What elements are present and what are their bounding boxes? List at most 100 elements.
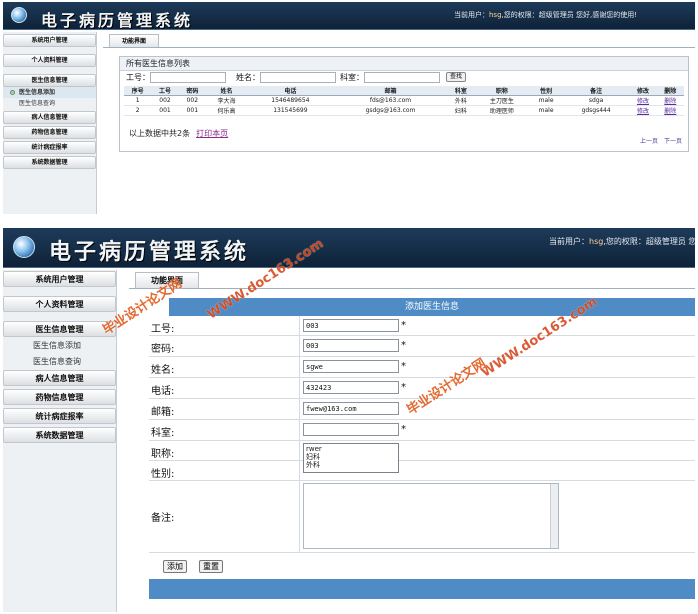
cell: male (529, 95, 563, 106)
form-row-sex: 性别: (149, 461, 695, 481)
sidebar-sub-label: 医生信息添加 (19, 89, 56, 96)
scrollbar[interactable] (550, 484, 558, 548)
delete-link[interactable]: 删除 (664, 108, 676, 115)
sidebar-item-patient-info[interactable]: 病人信息管理 (3, 370, 116, 386)
search-id-label: 工号： (126, 73, 150, 82)
sidebar-sub-doctor-add[interactable]: 医生信息添加 (3, 87, 96, 98)
sidebar-sub-doctor-query[interactable]: 医生信息查询 (3, 98, 96, 109)
sidebar-item-stats[interactable]: 统计病症报率 (3, 408, 116, 424)
form-heading: 添加医生信息 (169, 298, 695, 316)
edit-link[interactable]: 修改 (637, 98, 649, 105)
print-link[interactable]: 打印本页 (196, 129, 228, 138)
sidebar-item-drug-info[interactable]: 药物信息管理 (3, 389, 116, 405)
app-title: 电子病历管理系统 (41, 11, 194, 30)
doctor-list-screen: 电子病历管理系统 当前用户：hsg,您的权限：超级管理员 您好,感谢您的使用! … (3, 2, 695, 214)
cell: 何乐高 (205, 105, 247, 116)
logo-icon (11, 7, 27, 23)
dept-input[interactable] (303, 423, 399, 436)
cell: gsdgs@163.com (333, 105, 448, 116)
sidebar-sub-doctor-query[interactable]: 医生信息查询 (3, 354, 116, 370)
required-mark: * (401, 361, 406, 372)
dept-autocomplete-list[interactable]: rwer 妇科 外科 (303, 443, 399, 473)
cell: 001 (178, 105, 206, 116)
form-row-phone: 电话: * (149, 378, 695, 399)
sidebar-item-data-mgmt[interactable]: 系统数据管理 (3, 156, 96, 169)
form-row-email: 邮箱: (149, 399, 695, 420)
password-label: 密码: (151, 344, 175, 355)
sidebar: 系统用户管理 个人资料管理 医生信息管理 医生信息添加 医生信息查询 病人信息管… (3, 32, 97, 214)
edit-link[interactable]: 修改 (637, 108, 649, 115)
form-footer-bar (149, 579, 695, 599)
search-dept-input[interactable] (364, 72, 440, 83)
sidebar-item-data-mgmt[interactable]: 系统数据管理 (3, 427, 116, 443)
sidebar-item-personal[interactable]: 个人资料管理 (3, 54, 96, 67)
name-input[interactable] (303, 360, 399, 373)
email-input[interactable] (303, 402, 399, 415)
sidebar-item-drug-info[interactable]: 药物信息管理 (3, 126, 96, 139)
id-label: 工号: (151, 324, 175, 335)
sidebar: 系统用户管理 个人资料管理 医生信息管理 医生信息添加 医生信息查询 病人信息管… (3, 270, 117, 612)
phone-input[interactable] (303, 381, 399, 394)
sidebar-item-personal[interactable]: 个人资料管理 (3, 296, 116, 312)
cell: 001 (151, 105, 179, 116)
col-header: 修改 (629, 86, 657, 96)
col-header: 科室 (447, 86, 475, 96)
app-header: 电子病历管理系统 当前用户：hsg,您的权限：超级管理员 您 (3, 228, 695, 268)
form-row-remark: 备注: (149, 481, 695, 553)
password-input[interactable] (303, 339, 399, 352)
list-item[interactable]: rwer (306, 445, 396, 453)
sidebar-sub-doctor-add[interactable]: 医生信息添加 (3, 338, 116, 354)
next-page-link[interactable]: 下一页 (664, 138, 682, 145)
cell: 131545699 (246, 105, 334, 116)
sidebar-item-stats[interactable]: 统计病症报率 (3, 141, 96, 154)
dept-label: 科室: (151, 428, 175, 439)
search-name-label: 姓名： (236, 73, 260, 82)
delete-link[interactable]: 删除 (664, 98, 676, 105)
sidebar-item-user-mgmt[interactable]: 系统用户管理 (3, 34, 96, 47)
required-mark: * (401, 340, 406, 351)
divider (129, 288, 695, 289)
form-row-password: 密码: * (149, 336, 695, 357)
user-prefix: 当前用户： (453, 11, 489, 19)
prev-page-link[interactable]: 上一页 (640, 138, 658, 145)
reset-button[interactable]: 重置 (199, 560, 223, 573)
list-item[interactable]: 外科 (306, 461, 396, 469)
search-id-input[interactable] (150, 72, 226, 83)
form-row-name: 姓名: * (149, 357, 695, 378)
search-button[interactable]: 查找 (446, 72, 466, 82)
app-title: 电子病历管理系统 (49, 239, 250, 265)
id-input[interactable] (303, 319, 399, 332)
sidebar-item-doctor-info[interactable]: 医生信息管理 (3, 321, 116, 337)
remark-textarea[interactable] (303, 483, 559, 549)
cell: 002 (151, 95, 179, 106)
email-label: 邮箱: (151, 407, 175, 418)
add-button[interactable]: 添加 (163, 560, 187, 573)
sidebar-item-user-mgmt[interactable]: 系统用户管理 (3, 271, 116, 287)
cell-edit: 修改 (629, 105, 657, 116)
summary-row: 以上数据中共2条 打印本页 (129, 128, 228, 139)
cell: 主刀医生 (474, 95, 530, 106)
logo-icon (13, 236, 35, 258)
cell: 外科 (447, 95, 475, 106)
tab-function[interactable]: 功能界面 (135, 272, 199, 288)
title-label: 职称: (151, 449, 175, 460)
pager: 上一页 下一页 (636, 136, 682, 145)
search-row: 工号： 姓名： 科室： 查找 (120, 71, 688, 85)
cell: male (529, 105, 563, 116)
cell: 妇科 (447, 105, 475, 116)
col-header: 职称 (474, 86, 530, 96)
name-label: 姓名: (151, 365, 175, 376)
col-header: 工号 (151, 86, 179, 96)
sidebar-item-doctor-info[interactable]: 医生信息管理 (3, 74, 96, 87)
search-name-input[interactable] (260, 72, 336, 83)
table-header-row: 序号 工号 密码 姓名 电话 邮箱 科室 职称 性别 备注 修改 删除 (124, 86, 684, 96)
list-item[interactable]: 妇科 (306, 453, 396, 461)
divider (103, 47, 695, 48)
table-row: 2 001 001 何乐高 131545699 gsdgs@163.com 妇科… (124, 105, 684, 116)
tab-function[interactable]: 功能界面 (109, 34, 159, 47)
required-mark: * (401, 382, 406, 393)
user-prefix: 当前用户： (549, 237, 589, 246)
required-mark: * (401, 320, 406, 331)
sidebar-item-patient-info[interactable]: 病人信息管理 (3, 111, 96, 124)
required-mark: * (401, 424, 406, 435)
